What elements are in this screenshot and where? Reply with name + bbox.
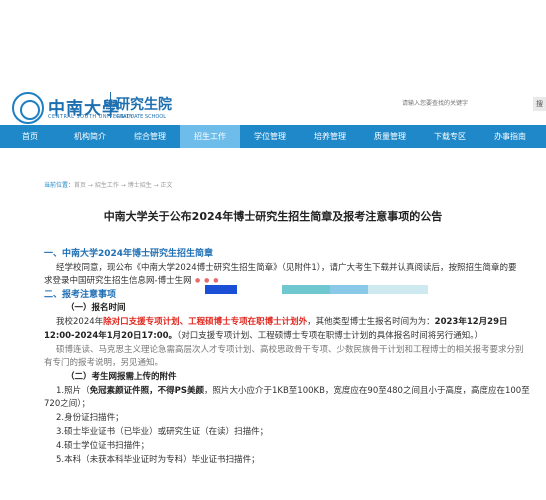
redacted-link-blue — [205, 285, 237, 294]
redacted-bar-light — [330, 285, 368, 294]
section-2-heading: 二、报考注意事项 — [44, 290, 117, 300]
nav-item-admin[interactable]: 综合管理 — [120, 125, 180, 148]
registration-time-line: 我校2024年除对口支援专项计划、工程硕博士专项在职博士计划外，其他类型博士生报… — [56, 316, 508, 328]
registration-date-start: 2023年12月29日 — [434, 317, 508, 327]
nav-item-training[interactable]: 培养管理 — [300, 125, 360, 148]
nav-item-downloads[interactable]: 下载专区 — [420, 125, 480, 148]
registration-date-end: 12:00-2024年1月20日17:00。 — [44, 331, 178, 341]
search-button[interactable]: 搜 — [533, 97, 546, 111]
nav-item-guide[interactable]: 办事指南 — [480, 125, 540, 148]
photo-requirement-highlight: 免冠素颜证件照，不得PS美颜 — [89, 386, 204, 396]
registration-time-line-2: 12:00-2024年1月20日17:00。（对口支援专项计划、工程硕博士专项在… — [44, 330, 483, 342]
attachment-item-1-b: ，照片大小应介于1KB至100KB，宽度应在90至480之间且小于高度，高度应在… — [203, 386, 530, 396]
section-1-line1: 经学校同意，现公布《中南大学2024博士研究生招生简章》（见附件1），请广大考生… — [56, 263, 517, 273]
nav-item-home[interactable]: 首页 — [0, 125, 60, 148]
registration-text-a: 我校2024年 — [56, 317, 104, 327]
nav-item-degree[interactable]: 学位管理 — [240, 125, 300, 148]
breadcrumb-path[interactable]: 首页 → 招生工作 → 博士招生 → 正文 — [74, 182, 173, 189]
special-programs-line2: 有专门的报考说明，另见通知。 — [44, 358, 164, 368]
redacted-bar-teal — [282, 285, 330, 294]
registration-text-b: ，其他类型博士生报名时间为为： — [307, 317, 435, 327]
department-name[interactable]: 研究生院 — [116, 94, 172, 114]
university-logo-icon[interactable] — [12, 92, 44, 124]
attachment-item-2: 2.身份证扫描件； — [56, 413, 124, 423]
attachment-item-5: 5.本科（未获本科毕业证时为专科）毕业证书扫描件； — [56, 455, 260, 465]
special-programs-line1: 硕博连读、马克思主义理论急需高层次人才专项计划、高校思政骨干专项、少数民族骨干计… — [56, 345, 524, 355]
nav-item-admissions[interactable]: 招生工作 — [180, 125, 240, 148]
section-2-2-heading: （二）考生网报需上传的附件 — [66, 372, 177, 382]
attachment-item-1-a: 1.照片（ — [56, 386, 90, 396]
redacted-bar-pale — [368, 285, 428, 294]
redaction-dots: ● ● ● — [195, 277, 220, 284]
brand-divider — [110, 92, 111, 118]
attachment-item-1-continued: 720之间）； — [44, 399, 90, 409]
site-header: 中南大學 CENTRAL SOUTH UNIVERSITY 研究生院 GRADU… — [0, 0, 546, 125]
registration-note: （对口支援专项计划、工程硕博士专项在职博士计划的具体报名时间将另行通知。） — [177, 331, 484, 341]
attachment-item-1: 1.照片（免冠素颜证件照，不得PS美颜，照片大小应介于1KB至100KB，宽度应… — [56, 385, 530, 397]
breadcrumb-prefix: 当前位置： — [44, 182, 75, 189]
section-1-line2[interactable]: 求登录中国研究生招生信息网-博士生网 — [44, 275, 192, 287]
registration-exception-highlight: 除对口支援专项计划、工程硕博士专项在职博士计划外 — [103, 317, 308, 327]
attachment-item-4: 4.硕士学位证书扫描件； — [56, 441, 150, 451]
page-title: 中南大学关于公布2024年博士研究生招生简章及报考注意事项的公告 — [103, 210, 443, 223]
section-1-heading: 一、中南大学2024年博士研究生招生简章 — [44, 249, 214, 259]
section-2-1-heading: （一）报名时间 — [66, 303, 126, 313]
department-name-en: GRADUATE SCHOOL — [116, 114, 166, 120]
nav-item-quality[interactable]: 质量管理 — [360, 125, 420, 148]
breadcrumb: 当前位置：首页 → 招生工作 → 博士招生 → 正文 — [44, 180, 173, 189]
nav-item-about[interactable]: 机构简介 — [60, 125, 120, 148]
attachment-item-3: 3.硕士毕业证书（已毕业）或研究生证（在读）扫描件； — [56, 427, 269, 437]
search-input[interactable] — [402, 98, 530, 110]
main-nav: 首页 机构简介 综合管理 招生工作 学位管理 培养管理 质量管理 下载专区 办事… — [0, 125, 546, 148]
